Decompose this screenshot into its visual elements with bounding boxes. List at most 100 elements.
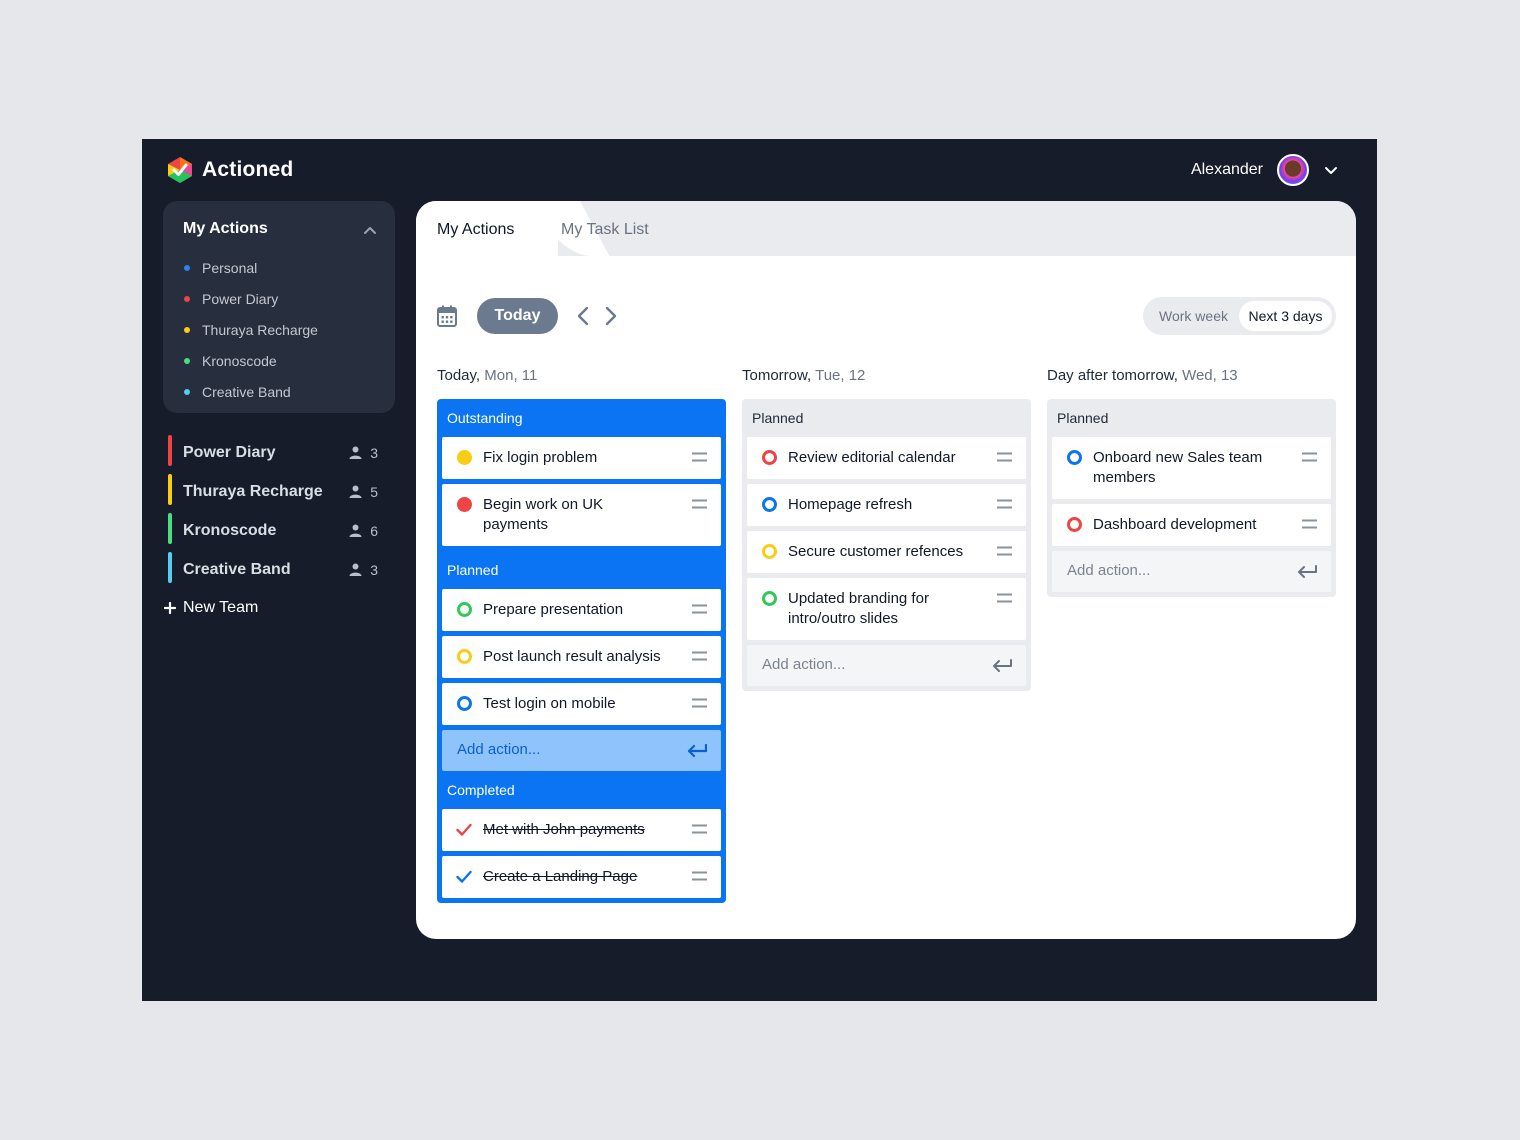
- task-card[interactable]: Onboard new Sales team members: [1052, 437, 1331, 499]
- drag-handle-icon[interactable]: [997, 593, 1012, 603]
- team-color-bar: [168, 552, 172, 583]
- section-planned: Planned: [447, 562, 499, 578]
- add-action-input[interactable]: Add action...: [442, 730, 721, 771]
- member-count: 3: [370, 444, 378, 461]
- add-action-placeholder: Add action...: [762, 656, 846, 673]
- view-work-week[interactable]: Work week: [1159, 308, 1228, 324]
- team-item[interactable]: Thuraya Recharge 5: [168, 472, 378, 511]
- task-card[interactable]: Fix login problem: [442, 437, 721, 479]
- task-card[interactable]: Create a Landing Page: [442, 856, 721, 898]
- add-action-placeholder: Add action...: [1067, 562, 1151, 579]
- user-name: Alexander: [1190, 161, 1263, 178]
- section-planned: Planned: [1057, 410, 1109, 426]
- project-item[interactable]: Thuraya Recharge: [184, 314, 318, 345]
- status-ring-icon[interactable]: [1067, 517, 1082, 532]
- user-menu[interactable]: Alexander: [1191, 154, 1339, 186]
- status-ring-icon[interactable]: [1067, 450, 1082, 465]
- drag-handle-icon[interactable]: [692, 824, 707, 834]
- project-label: Power Diary: [202, 290, 279, 307]
- person-icon: [349, 524, 362, 537]
- status-ring-icon[interactable]: [457, 602, 472, 617]
- project-item[interactable]: Personal: [184, 252, 318, 283]
- project-item[interactable]: Kronoscode: [184, 345, 318, 376]
- new-team-label: New Team: [183, 599, 259, 616]
- view-next-3-days[interactable]: Next 3 days: [1239, 301, 1332, 331]
- calendar-icon[interactable]: [437, 305, 457, 327]
- project-item[interactable]: Power Diary: [184, 283, 318, 314]
- add-action-input[interactable]: Add action...: [1052, 551, 1331, 592]
- project-dot-icon: [184, 326, 190, 333]
- new-team-button[interactable]: New Team: [164, 599, 258, 617]
- section-planned: Planned: [752, 410, 804, 426]
- status-dot-icon[interactable]: [457, 450, 472, 465]
- chevron-down-icon[interactable]: [1323, 162, 1339, 178]
- plus-icon: [164, 602, 176, 614]
- drag-handle-icon[interactable]: [692, 499, 707, 509]
- enter-icon[interactable]: [687, 744, 707, 757]
- avatar[interactable]: [1277, 154, 1309, 186]
- team-color-bar: [168, 474, 172, 505]
- chevron-left-icon[interactable]: [576, 306, 590, 326]
- chevron-right-icon[interactable]: [604, 306, 618, 326]
- day-column-day-after-tomorrow: Day after tomorrow, Wed, 13 Planned Onbo…: [1047, 361, 1336, 597]
- drag-handle-icon[interactable]: [1302, 452, 1317, 462]
- task-card[interactable]: Homepage refresh: [747, 484, 1026, 526]
- team-members: 3: [349, 445, 378, 461]
- drag-handle-icon[interactable]: [692, 452, 707, 462]
- task-card[interactable]: Review editorial calendar: [747, 437, 1026, 479]
- today-button[interactable]: Today: [477, 298, 558, 334]
- status-ring-icon[interactable]: [457, 696, 472, 711]
- add-action-placeholder: Add action...: [457, 741, 541, 758]
- section-outstanding: Outstanding: [447, 410, 523, 426]
- drag-handle-icon[interactable]: [997, 452, 1012, 462]
- team-item[interactable]: Power Diary 3: [168, 433, 378, 472]
- logo-icon: [168, 157, 192, 183]
- drag-handle-icon[interactable]: [1302, 519, 1317, 529]
- task-card[interactable]: Test login on mobile: [442, 683, 721, 725]
- drag-handle-icon[interactable]: [692, 604, 707, 614]
- day-board: Outstanding Fix login problem Begin work…: [437, 399, 726, 903]
- drag-handle-icon[interactable]: [692, 651, 707, 661]
- project-item[interactable]: Creative Band: [184, 376, 318, 407]
- person-icon: [349, 563, 362, 576]
- status-ring-icon[interactable]: [457, 649, 472, 664]
- task-card[interactable]: Prepare presentation: [442, 589, 721, 631]
- task-card[interactable]: Begin work on UK payments: [442, 484, 721, 546]
- status-ring-icon[interactable]: [762, 450, 777, 465]
- drag-handle-icon[interactable]: [997, 499, 1012, 509]
- enter-icon[interactable]: [1297, 565, 1317, 578]
- add-action-input[interactable]: Add action...: [747, 645, 1026, 686]
- logo[interactable]: Actioned: [167, 156, 293, 184]
- tab-my-actions-label[interactable]: My Actions: [437, 221, 514, 239]
- app-name: Actioned: [202, 158, 294, 181]
- task-card[interactable]: Updated branding for intro/outro slides: [747, 578, 1026, 640]
- drag-handle-icon[interactable]: [997, 546, 1012, 556]
- enter-icon[interactable]: [992, 659, 1012, 672]
- team-name: Creative Band: [183, 560, 291, 578]
- team-item[interactable]: Kronoscode 6: [168, 511, 378, 550]
- tab-my-task-list[interactable]: My Task List: [561, 221, 649, 239]
- check-icon[interactable]: [456, 870, 472, 884]
- drag-handle-icon[interactable]: [692, 871, 707, 881]
- task-title: Dashboard development: [1093, 516, 1257, 533]
- my-actions-title[interactable]: My Actions: [183, 220, 268, 238]
- task-card[interactable]: Dashboard development: [1052, 504, 1331, 546]
- task-card[interactable]: Met with John payments: [442, 809, 721, 851]
- task-title: Onboard new Sales team members: [1093, 449, 1263, 486]
- check-icon[interactable]: [456, 823, 472, 837]
- team-item[interactable]: Creative Band 3: [168, 550, 378, 589]
- status-ring-icon[interactable]: [762, 544, 777, 559]
- status-dot-icon[interactable]: [457, 497, 472, 512]
- task-card[interactable]: Post launch result analysis: [442, 636, 721, 678]
- task-card[interactable]: Secure customer refences: [747, 531, 1026, 573]
- team-members: 6: [349, 523, 378, 539]
- team-members: 5: [349, 484, 378, 500]
- project-list: Personal Power Diary Thuraya Recharge Kr…: [184, 252, 318, 407]
- chevron-up-icon[interactable]: [363, 223, 377, 237]
- task-title: Create a Landing Page: [483, 868, 638, 885]
- status-ring-icon[interactable]: [762, 591, 777, 606]
- status-ring-icon[interactable]: [762, 497, 777, 512]
- app-window: Actioned Alexander My Actions Personal P…: [142, 139, 1377, 1001]
- drag-handle-icon[interactable]: [692, 698, 707, 708]
- task-title: Homepage refresh: [788, 496, 913, 513]
